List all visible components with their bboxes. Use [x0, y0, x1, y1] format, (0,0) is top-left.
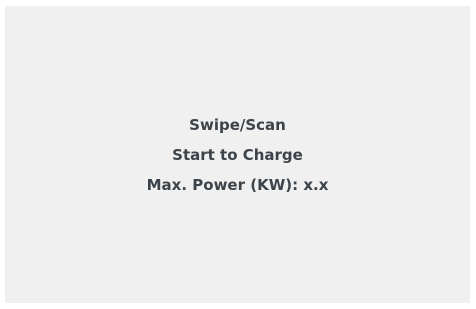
- charger-idle-screen: Swipe/Scan Start to Charge Max. Power (K…: [5, 6, 470, 303]
- max-power-readout: Max. Power (KW): x.x: [146, 175, 329, 194]
- start-charge-prompt: Start to Charge: [172, 145, 303, 164]
- swipe-scan-prompt: Swipe/Scan: [189, 115, 286, 134]
